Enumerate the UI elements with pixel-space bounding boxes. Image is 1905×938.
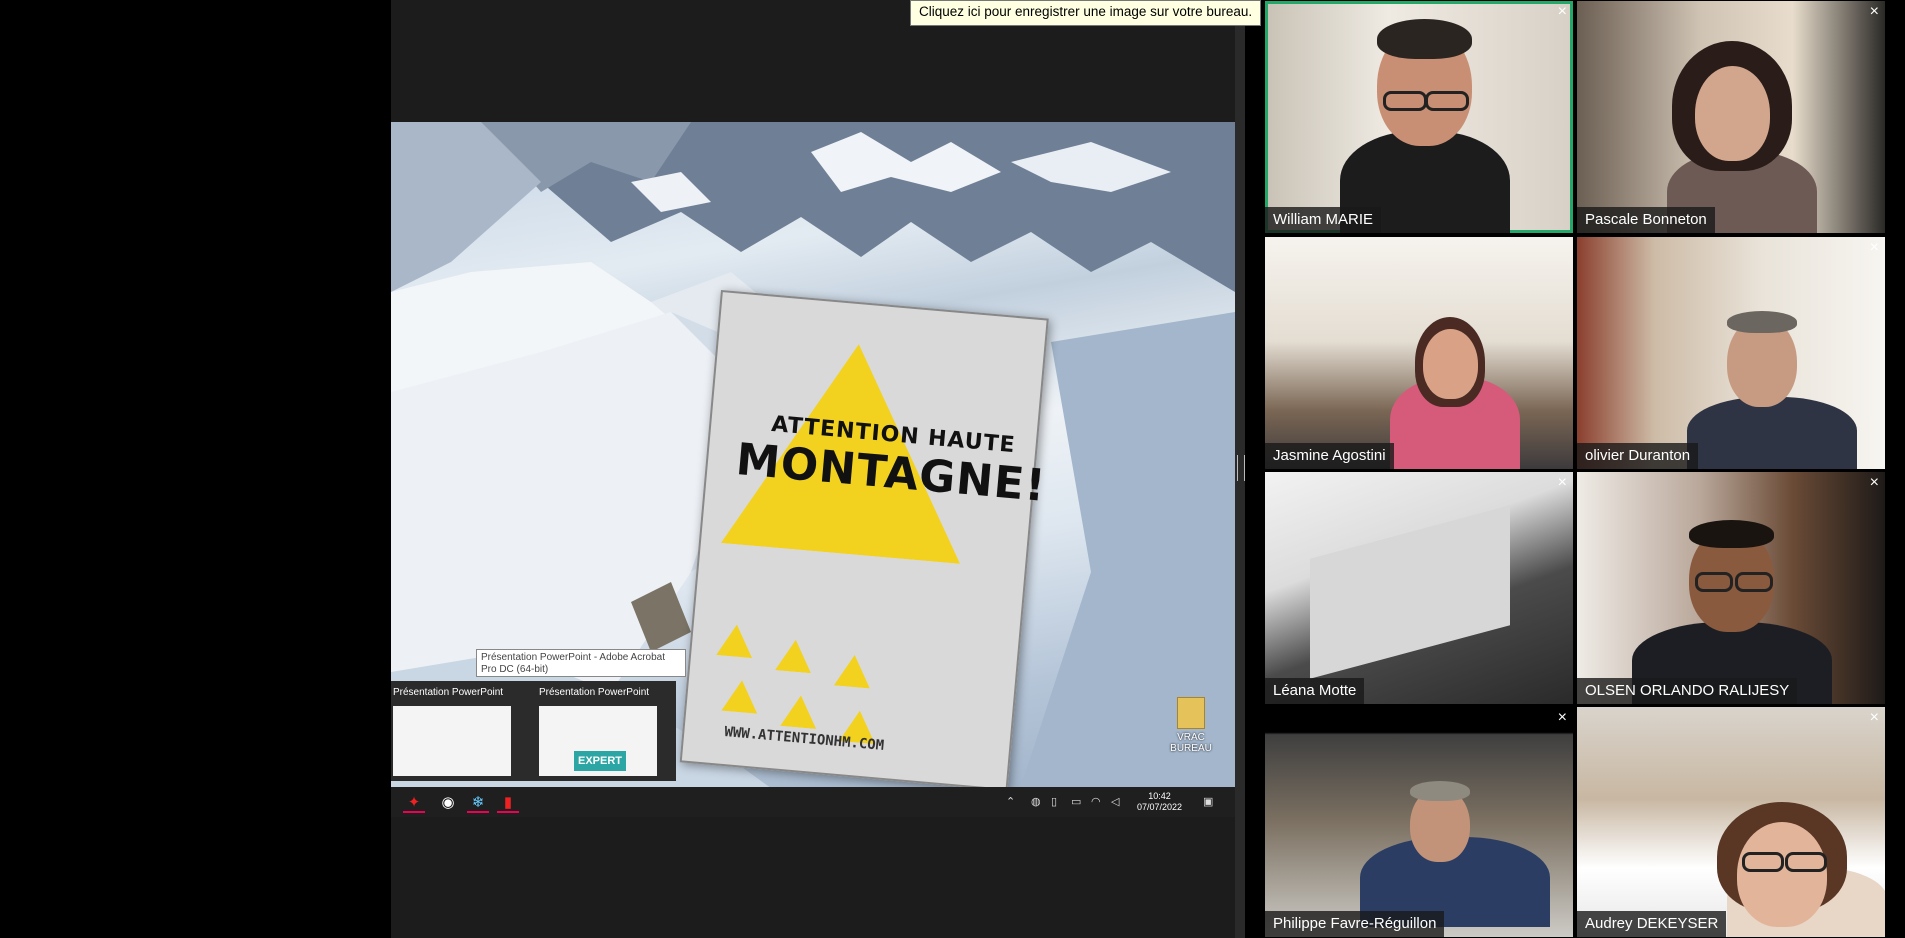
participant-glasses (1695, 572, 1733, 592)
notifications-icon[interactable]: ▣ (1203, 795, 1213, 808)
wifi-icon[interactable]: ◠ (1091, 795, 1101, 808)
network-icon[interactable]: ◍ (1031, 795, 1041, 808)
participant-tile[interactable]: Audrey DEKEYSER × (1577, 707, 1885, 937)
windows-taskbar: ✦ ◉ ❄ ▮ ⌃ ◍ ▯ ▭ ◠ ◁ 10:42 07/07/2022 ▣ (391, 787, 1235, 817)
thumbnail-title: Présentation PowerPoint (539, 687, 650, 698)
participant-name: Léana Motte (1265, 678, 1365, 704)
participant-face (1695, 66, 1770, 161)
participant-hair (1689, 520, 1774, 548)
warning-triangle-icon (721, 679, 760, 714)
taskbar-tooltip: Présentation PowerPoint - Adobe Acrobat … (476, 649, 686, 677)
close-icon[interactable]: × (1870, 474, 1879, 492)
thumbnail-document: EXPERT (539, 706, 657, 776)
thumbnail-badge: EXPERT (574, 751, 626, 771)
warning-triangle-icon (834, 653, 873, 688)
participant-face (1737, 822, 1827, 927)
participant-video (1310, 505, 1510, 679)
participant-tile[interactable]: William MARIE × (1265, 1, 1573, 233)
snowflake-icon[interactable]: ❄ (467, 792, 489, 814)
participant-name: olivier Duranton (1577, 443, 1699, 469)
participant-hair (1727, 311, 1797, 333)
participant-name: Jasmine Agostini (1265, 443, 1394, 469)
participant-video (1687, 397, 1857, 469)
participant-glasses (1742, 852, 1784, 872)
participant-glasses (1785, 852, 1827, 872)
participant-glasses (1383, 91, 1427, 111)
participant-tile[interactable]: OLSEN ORLANDO RALIJESY × (1577, 472, 1885, 704)
participant-face (1423, 329, 1478, 399)
desktop-folder-icon[interactable]: VRAC BUREAU (1156, 697, 1226, 754)
taskbar-preview-panel: Présentation PowerPoint Présentation Pow… (391, 681, 676, 781)
warning-triangle-icon (780, 694, 819, 729)
participant-hair (1377, 19, 1472, 59)
participant-name: William MARIE (1265, 207, 1381, 233)
shared-desktop: ATTENTION HAUTE MONTAGNE! WWW.ATTENTIONH… (391, 122, 1235, 817)
volume-icon[interactable]: ◁ (1111, 795, 1119, 808)
thumbnail-title: Présentation PowerPoint (393, 687, 504, 698)
desktop-icon-label: VRAC BUREAU (1170, 732, 1212, 754)
participant-name: OLSEN ORLANDO RALIJESY (1577, 678, 1798, 704)
warning-triangle-icon (716, 623, 755, 658)
folder-icon (1177, 697, 1205, 729)
save-image-tooltip: Cliquez ici pour enregistrer une image s… (910, 0, 1262, 26)
warning-triangle-icon (775, 638, 814, 673)
panel-splitter-handle[interactable] (1237, 455, 1245, 481)
close-icon[interactable]: × (1870, 709, 1879, 727)
close-icon[interactable]: × (1870, 3, 1879, 21)
battery-icon[interactable]: ▭ (1071, 795, 1081, 808)
preview-thumbnail[interactable]: Présentation PowerPoint EXPERT (531, 681, 671, 781)
warning-sign: ATTENTION HAUTE MONTAGNE! WWW.ATTENTIONH… (679, 290, 1049, 791)
participant-tile[interactable]: Léana Motte × (1265, 472, 1573, 704)
participant-tile[interactable]: Jasmine Agostini (1265, 237, 1573, 469)
participant-name: Philippe Favre-Réguillon (1265, 911, 1445, 937)
panel-scrollbar[interactable] (1235, 24, 1245, 938)
close-icon[interactable]: × (1558, 709, 1567, 727)
participant-name: Audrey DEKEYSER (1577, 911, 1727, 937)
participant-glasses (1735, 572, 1773, 592)
preview-thumbnail[interactable]: Présentation PowerPoint (391, 681, 525, 781)
taskbar-clock[interactable]: 10:42 07/07/2022 (1137, 791, 1182, 813)
close-icon[interactable]: × (1558, 474, 1567, 492)
participant-glasses (1425, 91, 1469, 111)
thumbnail-document (393, 706, 511, 776)
acrobat-icon[interactable]: ✦ (403, 792, 425, 814)
close-icon[interactable]: × (1870, 239, 1879, 257)
close-icon[interactable]: × (1558, 3, 1567, 21)
participant-tile[interactable]: Pascale Bonneton × (1577, 1, 1885, 233)
show-hidden-icons-icon[interactable]: ⌃ (1006, 795, 1015, 808)
clock-time: 10:42 (1148, 791, 1171, 801)
chrome-icon[interactable]: ◉ (437, 792, 459, 814)
participant-tile[interactable]: Philippe Favre-Réguillon × (1265, 707, 1573, 937)
participant-name: Pascale Bonneton (1577, 207, 1715, 233)
acrobat-pdf-icon[interactable]: ▮ (497, 792, 519, 814)
participant-tile[interactable]: olivier Duranton × (1577, 237, 1885, 469)
participant-hair (1410, 781, 1470, 801)
microphone-icon[interactable]: ▯ (1051, 795, 1057, 808)
clock-date: 07/07/2022 (1137, 802, 1183, 812)
